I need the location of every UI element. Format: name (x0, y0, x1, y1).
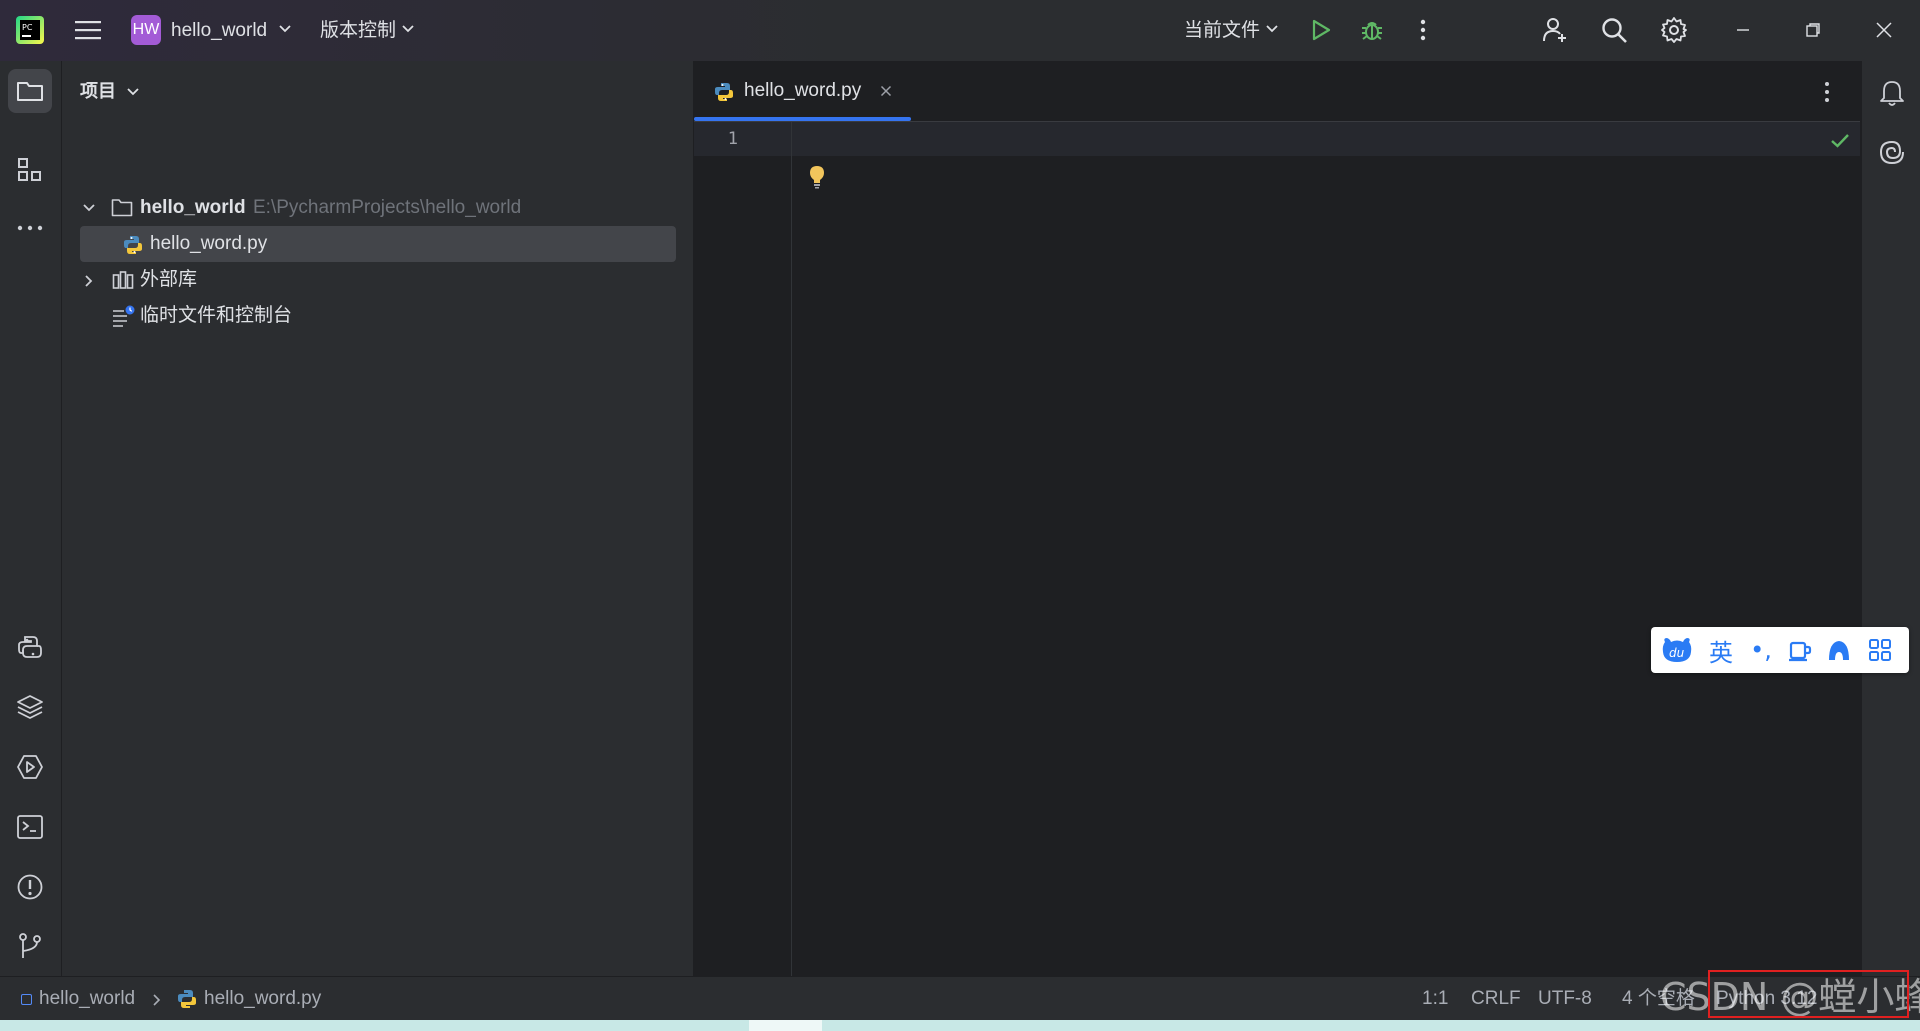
tree-row-root[interactable]: hello_world E:\PycharmProjects\hello_wor… (62, 190, 693, 226)
editor-tab-bar: hello_word.py (694, 61, 1860, 122)
ime-skin-icon[interactable] (1821, 627, 1857, 673)
caret-position[interactable]: 1:1 (1422, 977, 1448, 1021)
python-file-icon (122, 234, 144, 256)
chevron-down-icon[interactable] (82, 203, 96, 213)
title-bar: PC HW hello_world 版本控制 当前文件 (0, 0, 1920, 62)
notifications-bell-icon[interactable] (1872, 73, 1912, 113)
taskbar-strip (0, 1020, 1920, 1031)
ime-punctuation[interactable]: •, (1743, 627, 1779, 673)
tree-row-external-libs[interactable]: 外部库 (62, 262, 693, 298)
chevron-down-icon[interactable] (401, 24, 415, 34)
tree-row-file[interactable]: hello_word.py (80, 226, 676, 262)
python-file-icon (713, 81, 735, 103)
ime-soft-keyboard-icon[interactable] (1782, 627, 1818, 673)
search-icon[interactable] (1594, 10, 1634, 50)
tree-external-libs-label: 外部库 (140, 269, 198, 290)
services-icon[interactable] (10, 747, 50, 787)
editor-area: hello_word.py 1 (694, 61, 1860, 976)
pycharm-logo-icon[interactable]: PC (16, 16, 44, 44)
tree-root-path: E:\PycharmProjects\hello_world (253, 197, 522, 218)
editor-tab-label: hello_word.py (744, 80, 862, 101)
chevron-down-icon[interactable] (1265, 24, 1279, 34)
python-console-icon[interactable] (10, 627, 50, 667)
project-panel: 项目 hello_world E:\PycharmProjects\hello_… (62, 61, 694, 976)
restore-icon[interactable] (1793, 10, 1833, 50)
run-icon[interactable] (1301, 10, 1341, 50)
chevron-right-icon (152, 993, 162, 1007)
scratches-icon (112, 305, 136, 327)
tree-scratches-label: 临时文件和控制台 (140, 305, 293, 326)
baidu-paw-icon[interactable]: du (1659, 627, 1695, 673)
python-file-icon (176, 988, 198, 1010)
line-number: 1 (727, 129, 738, 149)
project-tool-folder-icon[interactable] (8, 69, 52, 113)
tab-more-icon[interactable] (1824, 81, 1830, 103)
run-config-dropdown[interactable]: 当前文件 (1184, 0, 1260, 61)
main-menu-icon[interactable] (68, 10, 108, 50)
tab-close-icon[interactable] (880, 85, 892, 97)
file-encoding[interactable]: UTF-8 (1538, 977, 1592, 1021)
gear-icon[interactable] (1654, 10, 1694, 50)
ime-toolbar: du 英 •, (1651, 627, 1909, 673)
ai-assistant-spiral-icon[interactable] (1872, 132, 1912, 172)
line-number-gutter: 1 (694, 122, 792, 976)
problems-icon[interactable] (10, 867, 50, 907)
folder-icon (111, 198, 133, 217)
project-name-dropdown[interactable]: hello_world (171, 0, 267, 61)
python-packages-icon[interactable] (10, 687, 50, 727)
add-user-icon[interactable] (1535, 10, 1575, 50)
tree-root-name: hello_world (140, 197, 246, 218)
chevron-down-icon[interactable] (126, 87, 140, 97)
chevron-right-icon[interactable] (84, 274, 94, 288)
project-badge[interactable]: HW (131, 15, 161, 45)
svg-text:du: du (1669, 646, 1685, 660)
line-separator[interactable]: CRLF (1471, 977, 1521, 1021)
vcs-menu[interactable]: 版本控制 (320, 0, 396, 61)
more-tools-icon[interactable] (10, 208, 50, 248)
current-line-highlight[interactable] (792, 122, 1860, 156)
close-icon[interactable] (1864, 10, 1904, 50)
tree-row-scratches[interactable]: 临时文件和控制台 (62, 298, 693, 334)
tree-file-name: hello_word.py (150, 233, 268, 254)
svg-text:PC: PC (22, 23, 33, 32)
more-actions-icon[interactable] (1403, 10, 1443, 50)
left-tool-strip (0, 61, 62, 976)
status-bar: hello_world hello_word.py 1:1 CRLF UTF-8… (0, 976, 1920, 1021)
ime-toolbox-grid-icon[interactable] (1862, 627, 1898, 673)
highlight-box (1708, 970, 1909, 1018)
ime-language[interactable]: 英 (1703, 627, 1739, 673)
taskbar-item[interactable] (749, 1020, 822, 1031)
breadcrumb-project[interactable]: hello_world (39, 977, 135, 1021)
chevron-down-icon[interactable] (278, 24, 292, 34)
right-tool-strip (1861, 61, 1920, 976)
module-icon (21, 994, 32, 1005)
minimize-icon[interactable] (1723, 10, 1763, 50)
inspection-ok-check-icon[interactable] (1830, 133, 1850, 149)
structure-icon[interactable] (10, 150, 50, 190)
debug-icon[interactable] (1352, 10, 1392, 50)
project-panel-title[interactable]: 项目 (80, 61, 116, 121)
git-branch-icon[interactable] (10, 926, 50, 966)
breadcrumb-file[interactable]: hello_word.py (204, 977, 321, 1021)
library-icon (112, 270, 134, 290)
active-tab-indicator (694, 117, 911, 121)
terminal-icon[interactable] (10, 807, 50, 847)
lightbulb-icon[interactable] (808, 165, 826, 189)
editor-tab[interactable]: hello_word.py (694, 61, 911, 121)
